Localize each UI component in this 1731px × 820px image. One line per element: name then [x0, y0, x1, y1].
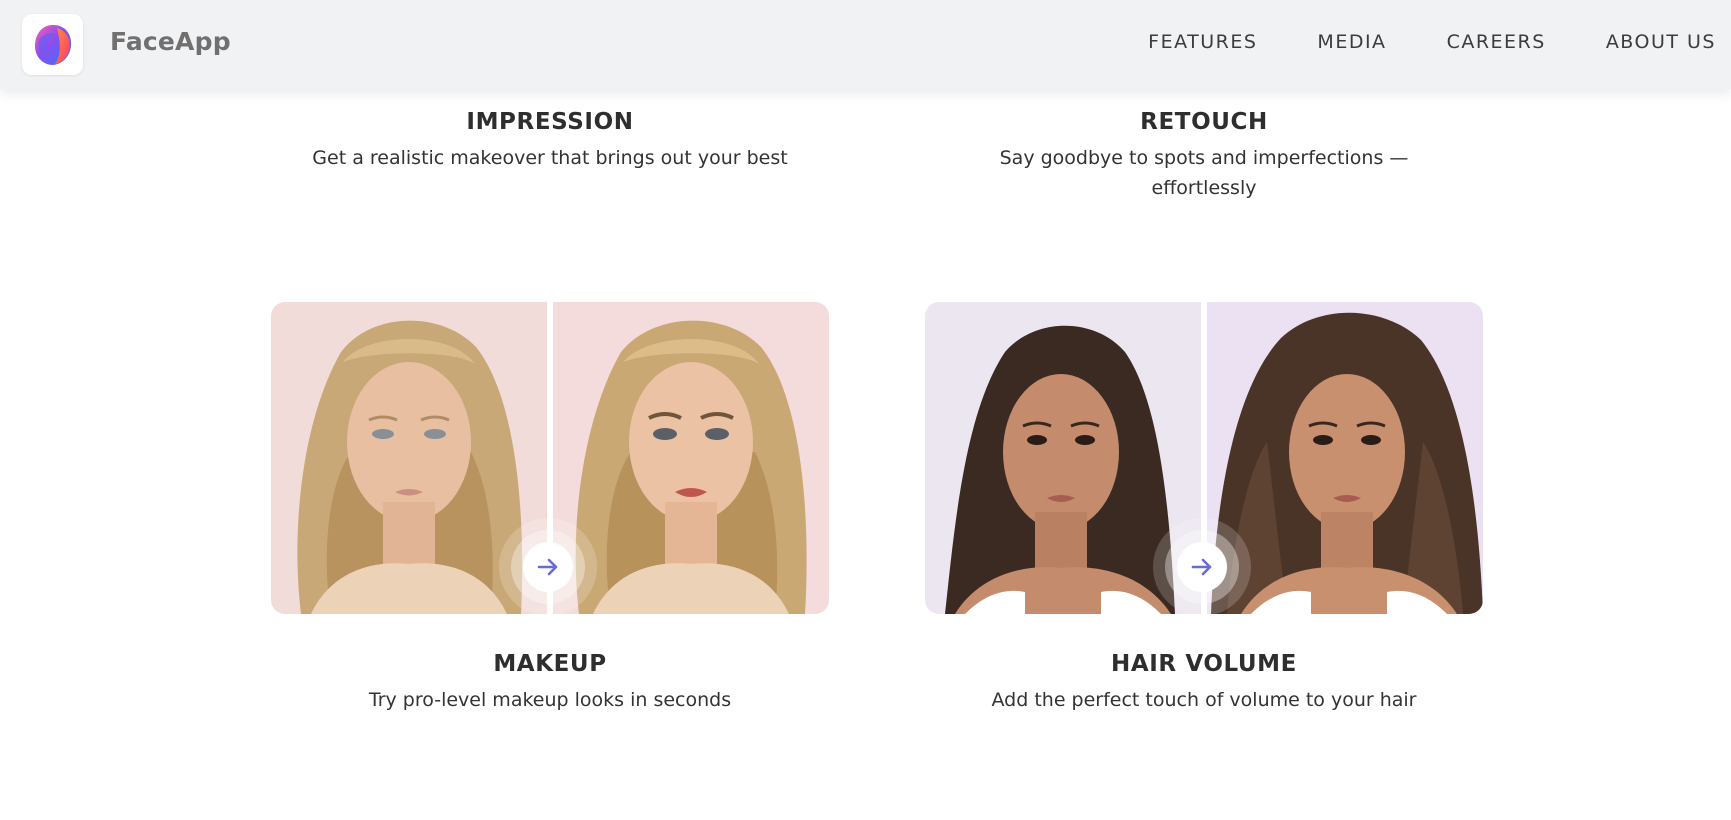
feature-description: Say goodbye to spots and imperfections —…	[999, 147, 1409, 199]
nav-features[interactable]: FEATURES	[1148, 31, 1257, 53]
site-header: FaceApp FEATURES MEDIA CAREERS ABOUT US	[0, 0, 1731, 89]
feature-title: RETOUCH	[1140, 109, 1268, 135]
arrow-right-icon	[1191, 558, 1212, 576]
main-nav: FEATURES MEDIA CAREERS ABOUT US	[1088, 31, 1716, 53]
hair-volume-before-after-card[interactable]	[925, 302, 1483, 614]
feature-title: MAKEUP	[493, 651, 607, 677]
nav-careers[interactable]: CAREERS	[1447, 31, 1546, 53]
faceapp-logo-icon[interactable]	[22, 14, 83, 75]
brand-name[interactable]: FaceApp	[110, 27, 231, 56]
feature-description: Add the perfect touch of volume to your …	[991, 689, 1417, 711]
feature-hair-volume: HAIR VOLUME Add the perfect touch of vol…	[924, 649, 1484, 715]
makeup-before-after-card[interactable]	[271, 302, 829, 614]
feature-retouch: RETOUCH Say goodbye to spots and imperfe…	[924, 107, 1484, 203]
hair-volume-before-image	[925, 302, 1201, 614]
makeup-after-image	[553, 302, 829, 614]
feature-title: IMPRESSION	[466, 109, 634, 135]
feature-title: HAIR VOLUME	[1111, 651, 1297, 677]
nav-media[interactable]: MEDIA	[1317, 31, 1386, 53]
nav-about-us[interactable]: ABOUT US	[1606, 31, 1716, 53]
compare-arrow-button[interactable]	[1177, 542, 1227, 592]
feature-impression: IMPRESSION Get a realistic makeover that…	[270, 107, 830, 173]
arrow-right-icon	[537, 558, 558, 576]
feature-description: Try pro-level makeup looks in seconds	[368, 689, 732, 711]
hair-volume-after-image	[1207, 302, 1483, 614]
compare-arrow-button[interactable]	[523, 542, 573, 592]
makeup-before-image	[271, 302, 547, 614]
feature-description: Get a realistic makeover that brings out…	[312, 147, 788, 169]
feature-makeup: MAKEUP Try pro-level makeup looks in sec…	[270, 649, 830, 715]
